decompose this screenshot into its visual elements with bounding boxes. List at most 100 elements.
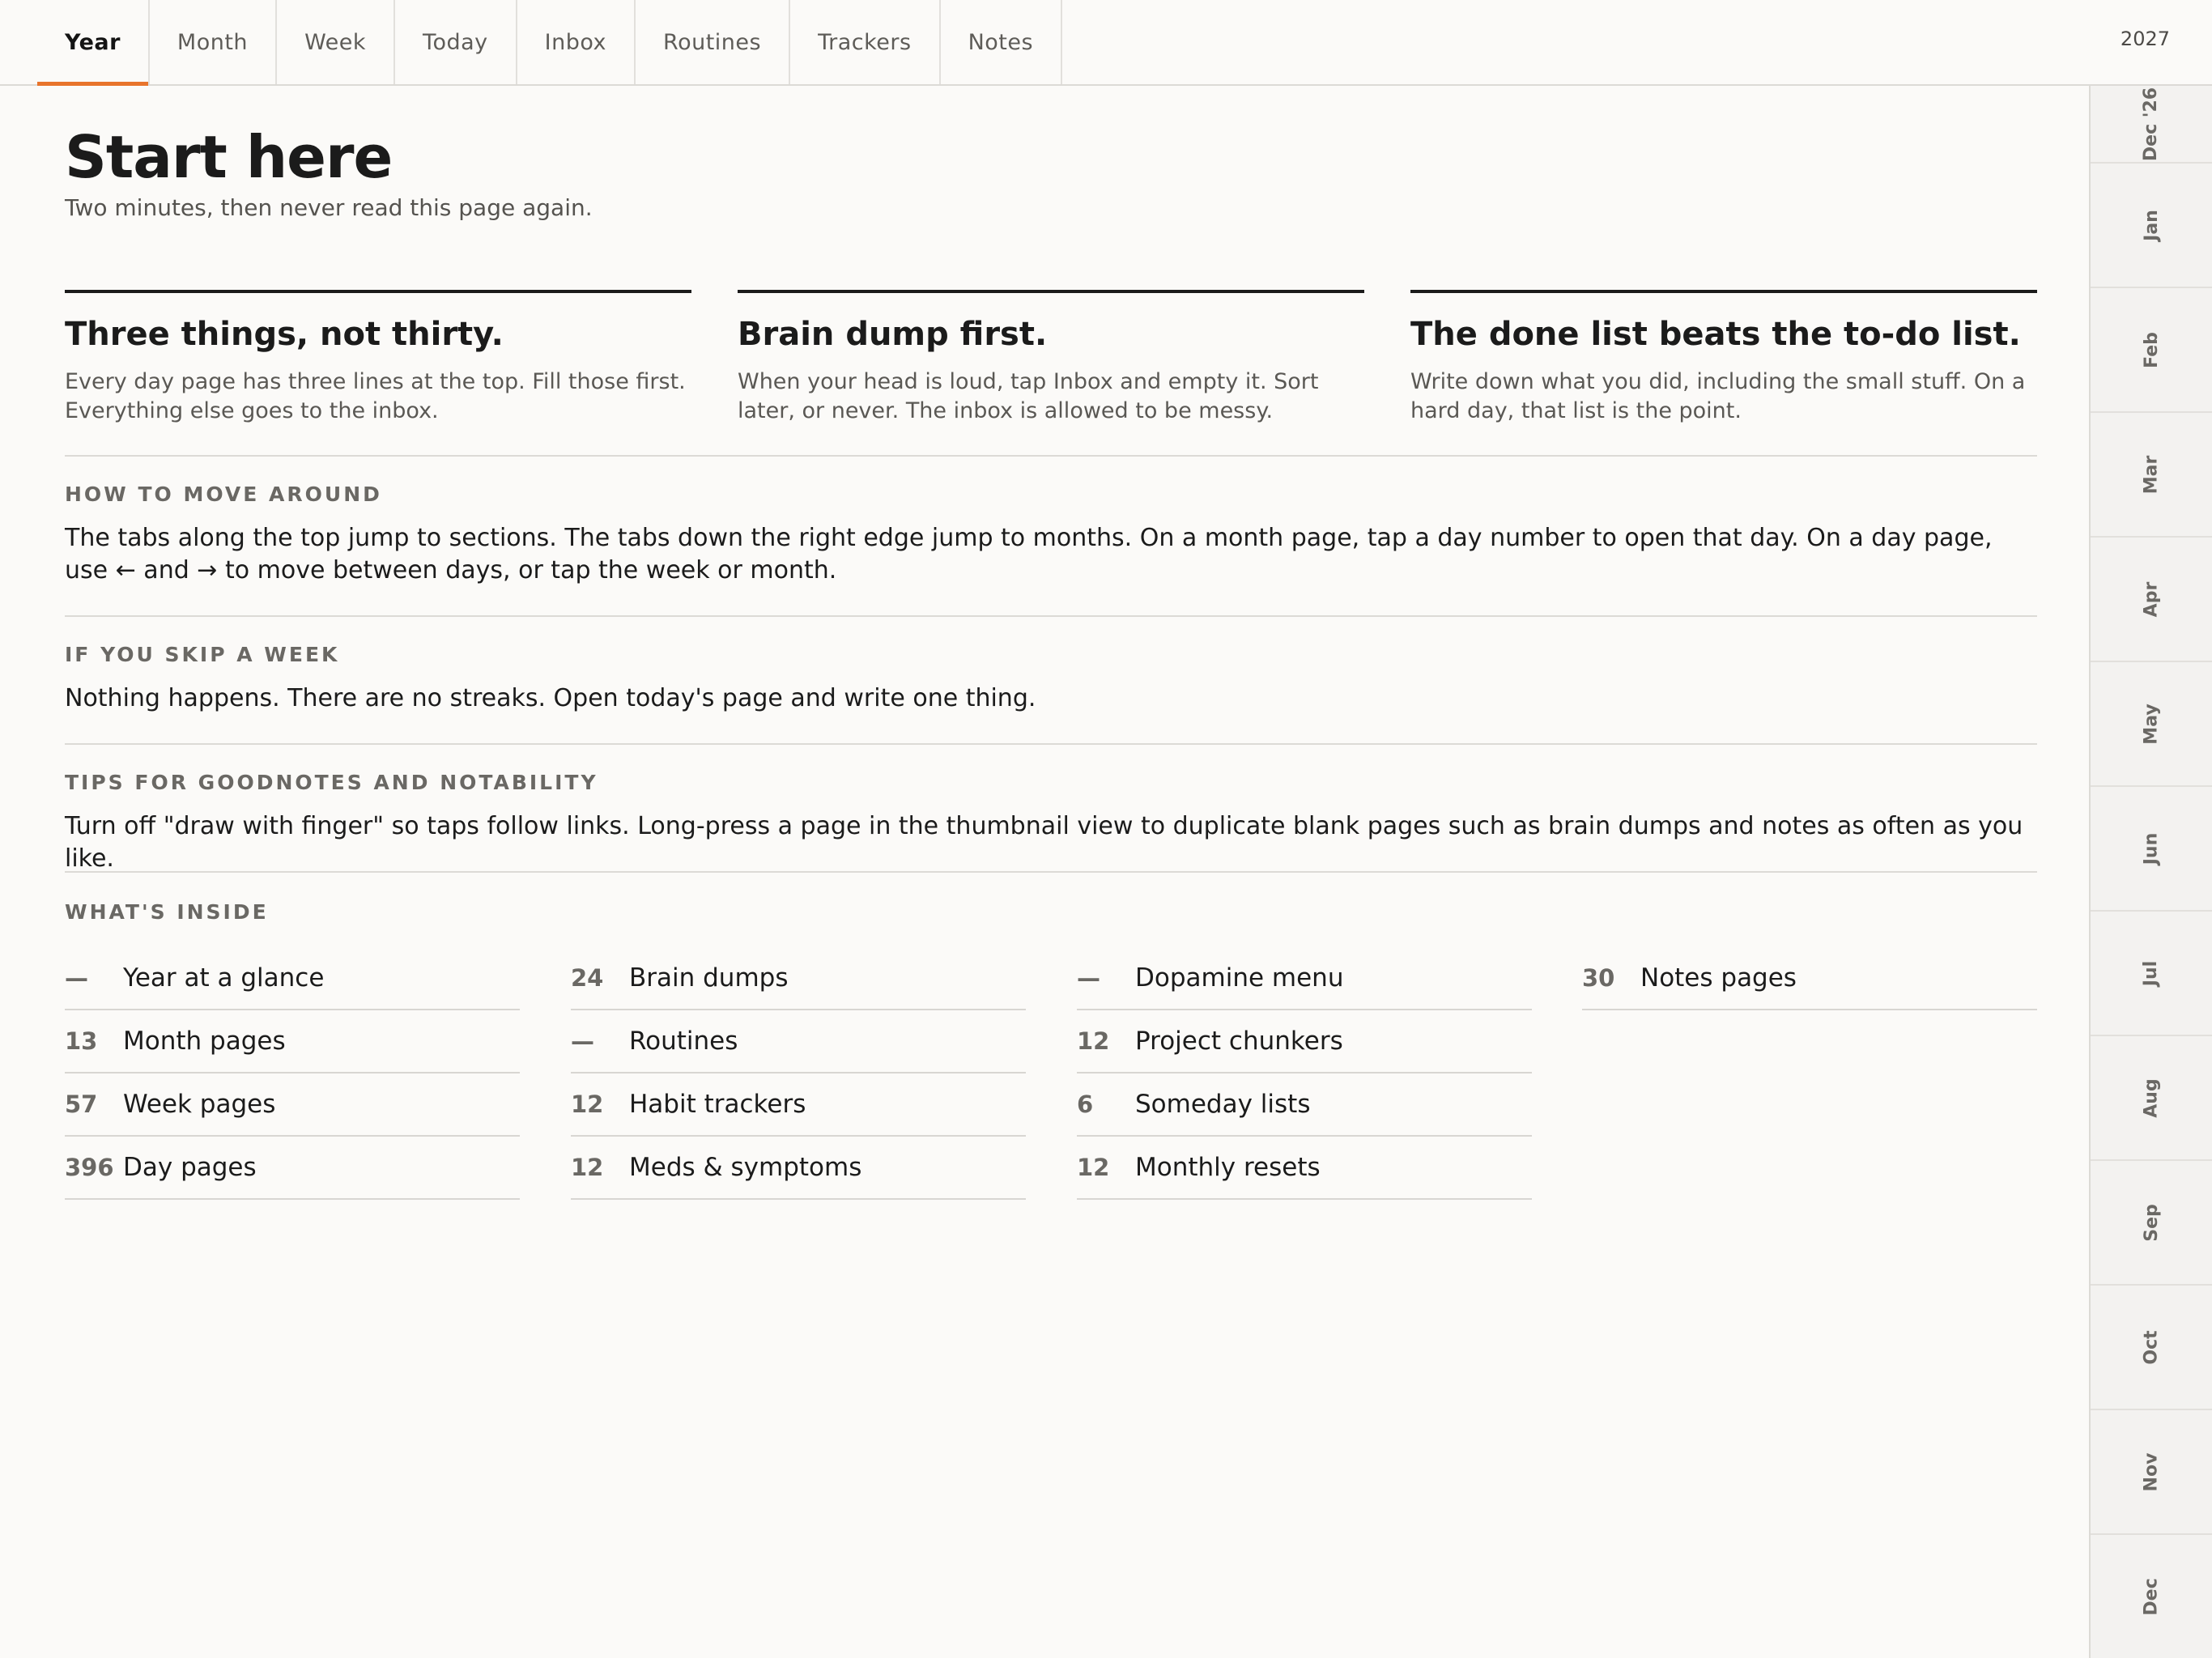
month-tab-jul[interactable]: Jul [2091,912,2212,1036]
contents-name: Routines [629,1027,738,1056]
page-count: 12 [1077,1027,1110,1055]
tab-inbox[interactable]: Inbox [517,0,636,84]
month-tab-aug[interactable]: Aug [2091,1036,2212,1161]
contents-row-habit-trackers[interactable]: 12 Habit trackers [571,1073,1026,1137]
divider [65,615,2037,617]
contents-name: Notes pages [1640,963,1797,993]
contents-row-week-pages[interactable]: 57 Week pages [65,1073,520,1137]
month-tab-jan[interactable]: Jan [2091,164,2212,288]
month-tab-label: Sep [2141,1203,2162,1242]
month-tab-label: Apr [2141,581,2162,617]
section-label: IF YOU SKIP A WEEK [65,643,340,666]
contents-row-routines[interactable]: — Routines [571,1010,1026,1073]
month-tab-nov[interactable]: Nov [2091,1410,2212,1535]
tab-notes[interactable]: Notes [941,0,1063,84]
tab-today[interactable]: Today [395,0,517,84]
card-title: Three things, not thirty. [65,316,504,353]
contents-row-brain-dumps[interactable]: 24 Brain dumps [571,947,1026,1010]
card-body: Every day page has three lines at the to… [65,369,686,423]
contents-row-monthly-resets[interactable]: 12 Monthly resets [1077,1137,1532,1200]
page-count: 57 [65,1090,98,1118]
contents-name: Monthly resets [1135,1153,1321,1182]
top-tab-bar: Year Month Week Today Inbox Routines Tra… [0,0,2212,86]
month-rail: Dec '26 Jan Feb Mar Apr May Jun Jul Aug … [2089,86,2212,1658]
month-tab-label: Jan [2141,209,2162,241]
section-skip-week: IF YOU SKIP A WEEK Nothing happens. Ther… [65,643,2037,715]
card-title: Brain dump first. [738,316,1048,353]
month-tab-dec-prev[interactable]: Dec '26 [2091,86,2212,164]
tab-year[interactable]: Year [37,0,150,86]
page-count: 12 [571,1154,604,1181]
contents-row-notes-pages[interactable]: 30 Notes pages [1582,947,2037,1010]
month-tab-oct[interactable]: Oct [2091,1286,2212,1410]
contents-column: 24 Brain dumps — Routines 12 Habit trackers… [571,947,1026,1200]
month-tab-sep[interactable]: Sep [2091,1161,2212,1286]
section-app-tips: TIPS FOR GOODNOTES AND NOTABILITY Turn o… [65,771,2037,875]
contents-row-year-at-a-glance[interactable]: — Year at a glance [65,947,520,1010]
contents-row-project-chunkers[interactable]: 12 Project chunkers [1077,1010,1532,1073]
contents-name: Month pages [123,1027,286,1056]
contents-name: Project chunkers [1135,1027,1343,1056]
month-tab-mar[interactable]: Mar [2091,413,2212,538]
page-count: 13 [65,1027,98,1055]
page-count: 6 [1077,1090,1094,1118]
contents-column: — Dopamine menu 12 Project chunkers 6 Somed… [1077,947,1532,1200]
contents-row-dopamine-menu[interactable]: — Dopamine menu [1077,947,1532,1010]
section-body: Nothing happens. There are no streaks. O… [65,684,1036,712]
tab-routines[interactable]: Routines [636,0,791,84]
divider [65,743,2037,745]
month-tab-label: Oct [2141,1329,2162,1365]
card-body: When your head is loud, tap Inbox and em… [738,369,1319,423]
contents-name: Year at a glance [123,963,325,993]
month-tab-label: Nov [2141,1452,2162,1491]
contents-name: Dopamine menu [1135,963,1344,993]
section-tabs: Year Month Week Today Inbox Routines Tra… [37,0,1063,86]
tab-trackers[interactable]: Trackers [790,0,941,84]
page-count: 30 [1582,964,1615,992]
month-tab-label: Jul [2141,960,2162,986]
contents-row-someday-lists[interactable]: 6 Someday lists [1077,1073,1532,1137]
divider [65,455,2037,457]
section-label: TIPS FOR GOODNOTES AND NOTABILITY [65,771,598,794]
contents-column: — Year at a glance 13 Month pages 57 Week p… [65,947,520,1200]
contents-row-meds-symptoms[interactable]: 12 Meds & symptoms [571,1137,1026,1200]
page-count: 24 [571,964,604,992]
month-tab-label: May [2141,703,2162,745]
whats-inside-label: WHAT'S INSIDE [65,900,269,924]
section-body: The tabs along the top jump to sections.… [65,524,1993,585]
month-tab-jun[interactable]: Jun [2091,787,2212,912]
tab-month[interactable]: Month [150,0,278,84]
month-tab-may[interactable]: May [2091,662,2212,787]
month-tab-label: Feb [2141,331,2162,368]
month-tab-label: Jun [2141,832,2162,865]
month-tab-dec[interactable]: Dec [2091,1535,2212,1658]
tab-week[interactable]: Week [277,0,396,84]
contents-name: Someday lists [1135,1090,1311,1119]
page-count: 12 [571,1090,604,1118]
page-count: 396 [65,1154,114,1181]
month-tab-label: Mar [2141,455,2162,494]
page-count: 12 [1077,1154,1110,1181]
year-label: 2027 [2120,28,2170,50]
month-tab-feb[interactable]: Feb [2091,288,2212,413]
contents-name: Habit trackers [629,1090,806,1119]
page-count: — [65,964,88,992]
contents-name: Day pages [123,1153,257,1182]
contents-name: Brain dumps [629,963,789,993]
month-tab-label: Dec '26 [2141,87,2162,161]
card-title: The done list beats the to-do list. [1410,316,2021,353]
section-body: Turn off "draw with finger" so taps foll… [65,812,2023,873]
section-navigation: HOW TO MOVE AROUND The tabs along the to… [65,483,2037,587]
contents-row-day-pages[interactable]: 396 Day pages [65,1137,520,1200]
section-label: HOW TO MOVE AROUND [65,483,382,506]
page-count: — [571,1027,594,1055]
page-count: — [1077,964,1100,992]
page-title: Start here [65,123,393,191]
month-tab-label: Aug [2141,1078,2162,1118]
divider [65,871,2037,873]
month-tab-apr[interactable]: Apr [2091,538,2212,662]
contents-name: Week pages [123,1090,276,1119]
page-subtitle: Two minutes, then never read this page a… [65,194,593,221]
contents-row-month-pages[interactable]: 13 Month pages [65,1010,520,1073]
contents-name: Meds & symptoms [629,1153,862,1182]
